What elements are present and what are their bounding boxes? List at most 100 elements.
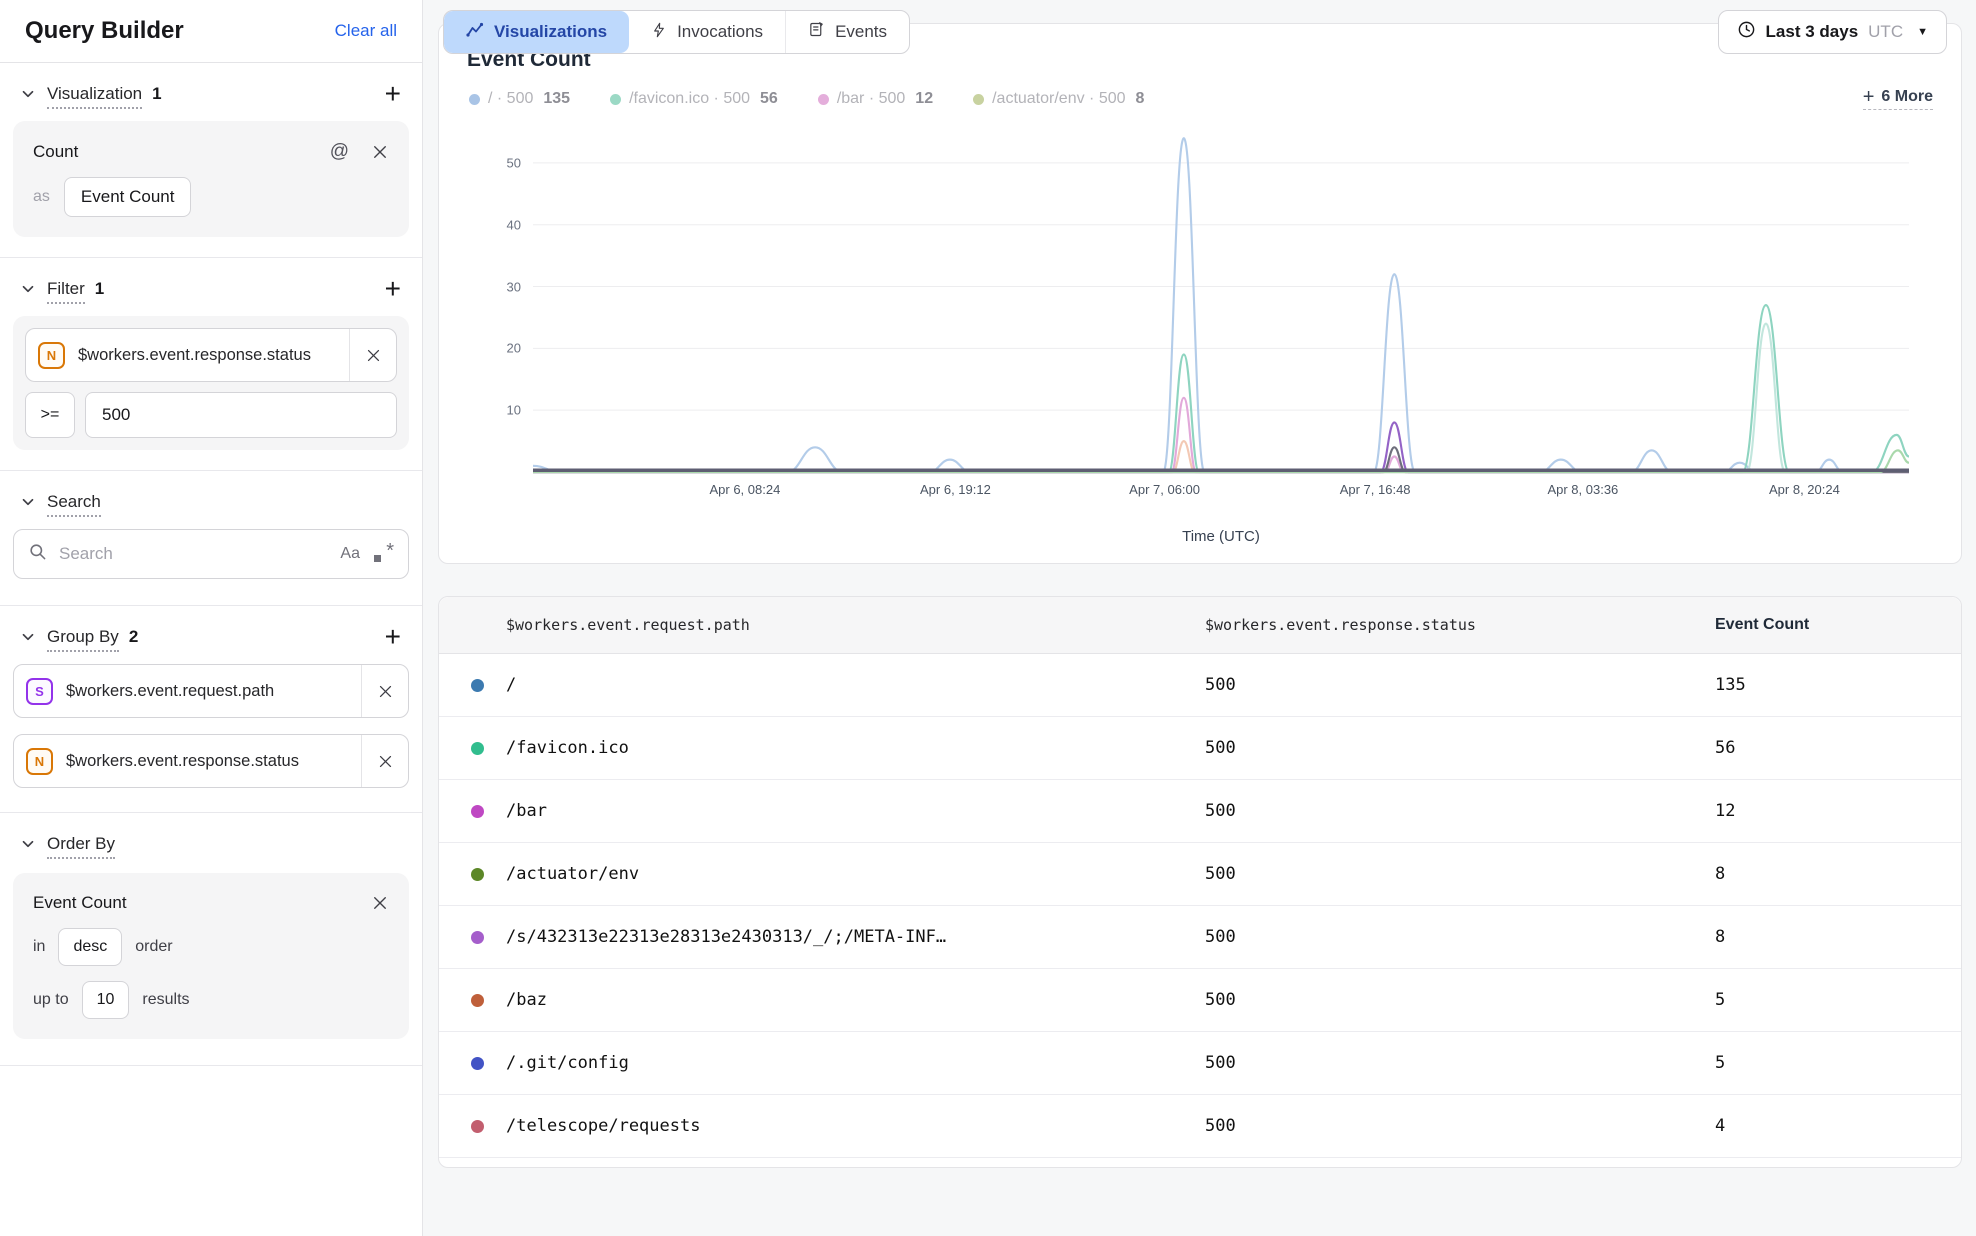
sidebar-header: Query Builder Clear all bbox=[0, 0, 422, 63]
legend-text: /bar · 500 bbox=[837, 90, 905, 108]
visualization-alias-input[interactable]: Event Count bbox=[64, 177, 192, 217]
legend-text: /actuator/env · 500 bbox=[992, 90, 1125, 108]
cell-count: 12 bbox=[1649, 780, 1961, 842]
legend-count: 135 bbox=[543, 90, 570, 108]
order-by-section-label: Order By bbox=[47, 834, 115, 854]
number-type-icon: N bbox=[38, 342, 65, 369]
legend-item[interactable]: /bar · 500 12 bbox=[818, 90, 933, 108]
caret-down-icon: ▼ bbox=[1917, 26, 1928, 38]
table-row[interactable]: /bar50012 bbox=[439, 780, 1961, 843]
chevron-down-icon[interactable] bbox=[17, 278, 39, 300]
search-section-label: Search bbox=[47, 492, 101, 512]
chevron-down-icon[interactable] bbox=[17, 833, 39, 855]
cell-count: 135 bbox=[1649, 654, 1961, 716]
filter-operator-select[interactable]: >= bbox=[25, 392, 75, 438]
legend-item[interactable]: /actuator/env · 500 8 bbox=[973, 90, 1144, 108]
cell-path: / bbox=[439, 654, 1139, 716]
column-header-status[interactable]: $workers.event.response.status bbox=[1139, 597, 1649, 653]
series-color-dot bbox=[471, 679, 484, 692]
path-value: /actuator/env bbox=[506, 864, 639, 884]
add-group-by-button[interactable]: + bbox=[381, 626, 405, 648]
tab-visualizations[interactable]: Visualizations bbox=[444, 11, 629, 53]
table-row[interactable]: /s/432313e22313e28313e2430313/_/;/META-I… bbox=[439, 906, 1961, 969]
table-row[interactable]: /baz5005 bbox=[439, 969, 1961, 1032]
column-header-count[interactable]: Event Count bbox=[1649, 597, 1961, 653]
clear-all-link[interactable]: Clear all bbox=[335, 21, 397, 41]
visualization-function[interactable]: Count bbox=[33, 142, 78, 162]
order-by-card: Event Count in desc order up to 10 resul… bbox=[13, 873, 409, 1039]
page-title: Query Builder bbox=[25, 17, 184, 45]
visualization-section-label: Visualization bbox=[47, 84, 142, 104]
legend-dot bbox=[818, 94, 829, 105]
table-row[interactable]: /favicon.ico50056 bbox=[439, 717, 1961, 780]
search-input[interactable]: Search Aa * bbox=[13, 529, 409, 579]
y-tick-label: 20 bbox=[507, 341, 521, 356]
filter-field-pill[interactable]: N $workers.event.response.status bbox=[25, 328, 397, 382]
legend-item[interactable]: /favicon.ico · 500 56 bbox=[610, 90, 778, 108]
order-by-field[interactable]: Event Count bbox=[33, 893, 127, 913]
close-icon[interactable] bbox=[371, 143, 389, 161]
line-chart: 1020304050Apr 6, 08:24Apr 6, 19:12Apr 7,… bbox=[467, 132, 1933, 545]
at-sign-icon[interactable]: @ bbox=[330, 141, 349, 163]
chevron-down-icon[interactable] bbox=[17, 626, 39, 648]
tab-events[interactable]: Events bbox=[786, 11, 909, 53]
chevron-down-icon[interactable] bbox=[17, 491, 39, 513]
sidebar: Query Builder Clear all Visualization 1 … bbox=[0, 0, 423, 1236]
add-filter-button[interactable]: + bbox=[381, 278, 405, 300]
table-row[interactable]: /.git/config5005 bbox=[439, 1032, 1961, 1095]
remove-group-by-button[interactable] bbox=[362, 735, 408, 787]
cell-path: /s/432313e22313e28313e2430313/_/;/META-I… bbox=[439, 906, 1139, 968]
chart-canvas[interactable] bbox=[533, 132, 1909, 472]
x-tick-label: Apr 6, 19:12 bbox=[920, 482, 991, 497]
remove-group-by-button[interactable] bbox=[362, 665, 408, 717]
series-other-purple bbox=[533, 423, 1909, 473]
legend-count: 12 bbox=[915, 90, 933, 108]
y-tick-label: 50 bbox=[507, 155, 521, 170]
line-chart-icon bbox=[466, 22, 484, 43]
tab-invocations[interactable]: Invocations bbox=[629, 11, 786, 53]
plus-icon: + bbox=[1863, 90, 1875, 104]
cell-status: 500 bbox=[1139, 906, 1649, 968]
path-value: /.git/config bbox=[506, 1053, 629, 1073]
chevron-down-icon[interactable] bbox=[17, 83, 39, 105]
cell-path: /actuator/env bbox=[439, 843, 1139, 905]
table-row[interactable]: /500135 bbox=[439, 654, 1961, 717]
filter-section-label: Filter bbox=[47, 279, 85, 299]
as-label: as bbox=[33, 188, 50, 206]
column-header-path[interactable]: $workers.event.request.path bbox=[439, 597, 1139, 653]
group-by-pill[interactable]: N $workers.event.response.status bbox=[13, 734, 409, 788]
legend-more-button[interactable]: + 6 More bbox=[1863, 88, 1933, 110]
close-icon[interactable] bbox=[371, 894, 389, 912]
cell-path: /favicon.ico bbox=[439, 717, 1139, 779]
more-label: 6 More bbox=[1881, 88, 1933, 106]
string-type-icon: S bbox=[26, 678, 53, 705]
series-- bbox=[533, 138, 1909, 472]
regex-icon[interactable]: * bbox=[372, 544, 394, 564]
table-row[interactable]: /actuator/env5008 bbox=[439, 843, 1961, 906]
search-placeholder: Search bbox=[59, 544, 328, 564]
time-range-picker[interactable]: Last 3 days UTC ▼ bbox=[1718, 10, 1947, 54]
legend-dot bbox=[973, 94, 984, 105]
tab-label: Invocations bbox=[677, 22, 763, 42]
order-direction-select[interactable]: desc bbox=[58, 928, 122, 966]
legend-dot bbox=[469, 94, 480, 105]
table-header: $workers.event.request.path $workers.eve… bbox=[439, 597, 1961, 654]
number-type-icon: N bbox=[26, 748, 53, 775]
legend-item[interactable]: / · 500 135 bbox=[469, 90, 570, 108]
legend-count: 56 bbox=[760, 90, 778, 108]
path-value: /s/432313e22313e28313e2430313/_/;/META-I… bbox=[506, 927, 946, 947]
chart-card: Event Count / · 500 135/favicon.ico · 50… bbox=[438, 23, 1962, 564]
timezone-label: UTC bbox=[1868, 22, 1903, 42]
match-case-icon[interactable]: Aa bbox=[340, 545, 360, 563]
table-row[interactable]: /telescope/requests5004 bbox=[439, 1095, 1961, 1158]
filter-value-input[interactable]: 500 bbox=[85, 392, 397, 438]
results-label: results bbox=[142, 991, 189, 1009]
path-value: /baz bbox=[506, 990, 547, 1010]
series-other-teal bbox=[533, 324, 1909, 472]
limit-input[interactable]: 10 bbox=[82, 981, 130, 1019]
group-by-pill[interactable]: S $workers.event.request.path bbox=[13, 664, 409, 718]
cell-count: 56 bbox=[1649, 717, 1961, 779]
add-visualization-button[interactable]: + bbox=[381, 83, 405, 105]
remove-filter-button[interactable] bbox=[350, 329, 396, 381]
events-log-icon bbox=[808, 21, 825, 43]
